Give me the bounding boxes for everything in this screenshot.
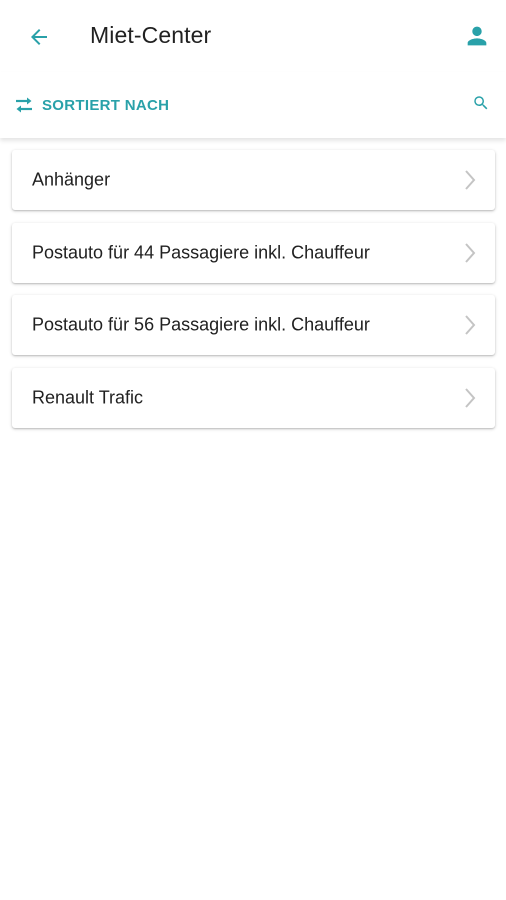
app-bar: Miet-Center bbox=[0, 0, 506, 72]
arrow-left-icon bbox=[31, 29, 47, 45]
chevron-right-icon bbox=[463, 168, 477, 192]
chevron-right-icon bbox=[463, 386, 477, 410]
list-item-anhaenger[interactable]: Anhänger bbox=[12, 150, 495, 210]
list-item-label: Postauto für 56 Passagiere inkl. Chauffe… bbox=[32, 314, 370, 335]
list-item-postauto-56[interactable]: Postauto für 56 Passagiere inkl. Chauffe… bbox=[12, 295, 495, 355]
list-item-label: Anhänger bbox=[32, 169, 111, 190]
search-button[interactable] bbox=[470, 92, 492, 114]
rental-list: Anhänger Postauto für 44 Passagiere inkl… bbox=[12, 150, 495, 440]
chevron-right-icon bbox=[463, 313, 477, 337]
sort-button[interactable]: SORTIERT NACH bbox=[12, 92, 169, 118]
person-icon bbox=[467, 26, 487, 46]
sort-label: SORTIERT NACH bbox=[42, 96, 170, 114]
list-item-renault-trafic[interactable]: Renault Trafic bbox=[12, 367, 495, 428]
swap-horizontal-icon bbox=[12, 95, 36, 115]
list-item-label: Postauto für 44 Passagiere inkl. Chauffe… bbox=[32, 242, 370, 262]
app-screen: Miet-Center SORTIERT NACH Anhänger Posta… bbox=[0, 0, 506, 900]
sort-bar: SORTIERT NACH bbox=[0, 72, 506, 138]
list-item-label: Renault Trafic bbox=[32, 387, 144, 407]
page-title: Miet-Center bbox=[90, 22, 212, 48]
search-icon bbox=[474, 96, 488, 110]
chevron-right-icon bbox=[463, 241, 477, 265]
account-button[interactable] bbox=[462, 20, 492, 52]
back-button[interactable] bbox=[22, 20, 56, 54]
list-item-postauto-44[interactable]: Postauto für 44 Passagiere inkl. Chauffe… bbox=[12, 222, 495, 283]
